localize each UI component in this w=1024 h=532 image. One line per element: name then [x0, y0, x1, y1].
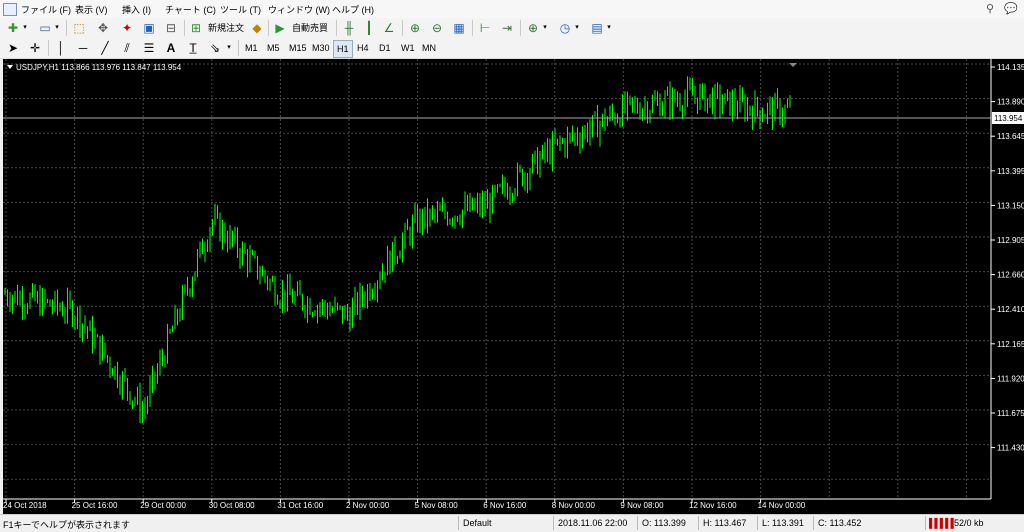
price-label: 113.150 [997, 201, 1024, 210]
time-label: 24 Oct 2018 [3, 501, 47, 510]
text-label-icon[interactable]: T̲ [184, 40, 202, 56]
price-label: 111.430 [997, 444, 1024, 453]
arrows-icon[interactable]: ⇘ [206, 40, 224, 56]
metaeditor-icon[interactable]: ◆ [248, 20, 266, 36]
chart-grid [3, 59, 991, 499]
timeframe-m5[interactable]: M5 [264, 40, 283, 56]
time-label: 6 Nov 16:00 [483, 501, 527, 510]
new-order-icon[interactable]: ⊞ [187, 20, 205, 36]
status-high: H: 113.467 [703, 518, 747, 528]
status-traffic: 52/0 kb [954, 518, 984, 528]
chevron-down-icon[interactable]: ▾ [52, 20, 62, 36]
price-series [4, 76, 791, 424]
app-icon[interactable] [3, 3, 17, 16]
time-label: 8 Nov 00:00 [552, 501, 596, 510]
time-axis: 24 Oct 2018 25 Oct 16:00 29 Oct 00:00 30 Oc… [3, 499, 806, 510]
trendline-icon[interactable]: ╱ [96, 40, 114, 56]
chart-shift-icon[interactable]: ⊢ [476, 20, 494, 36]
status-open: O: 113.399 [642, 518, 686, 528]
zoom-out-icon[interactable]: ⊖ [428, 20, 446, 36]
time-label: 12 Nov 16:00 [689, 501, 737, 510]
auto-trading-button[interactable]: 自動売買 [289, 20, 331, 36]
new-order-button[interactable]: 新規注文 [205, 20, 247, 36]
timeframe-h4[interactable]: H4 [354, 40, 372, 56]
zoom-in-icon[interactable]: ⊕ [406, 20, 424, 36]
timeframe-m1[interactable]: M1 [242, 40, 261, 56]
line-chart-icon[interactable]: ∠ [380, 20, 398, 36]
timeframe-w1[interactable]: W1 [398, 40, 418, 56]
time-label: 29 Oct 00:00 [140, 501, 186, 510]
price-chart[interactable]: USDJPY,H1 113.866 113.976 113.847 113.95… [3, 59, 1024, 514]
auto-trading-icon[interactable]: ▶ [271, 20, 289, 36]
status-datetime: 2018.11.06 22:00 [558, 518, 628, 528]
timeframe-m15[interactable]: M15 [286, 40, 310, 56]
price-label: 112.905 [997, 236, 1024, 245]
chevron-down-icon[interactable]: ▾ [540, 20, 550, 36]
terminal-icon[interactable]: ▣ [140, 20, 158, 36]
status-close: C: 113.452 [818, 518, 862, 528]
chart-shift-marker [789, 63, 797, 67]
status-profile[interactable]: Default [463, 518, 492, 528]
menu-window[interactable]: ウィンドウ (W) [268, 3, 330, 16]
price-label: 114.135 [997, 63, 1024, 72]
menu-help[interactable]: ヘルプ (H) [332, 3, 374, 16]
auto-scroll-icon[interactable]: ⇥ [498, 20, 516, 36]
price-label: 111.920 [997, 374, 1024, 383]
market-watch-icon[interactable]: ⬚ [70, 20, 88, 36]
menu-view[interactable]: 表示 (V) [75, 3, 108, 16]
timeframe-m30[interactable]: M30 [309, 40, 333, 56]
time-label: 5 Nov 08:00 [415, 501, 459, 510]
chevron-down-icon[interactable]: ▾ [20, 20, 30, 36]
candlestick-icon[interactable]: ┃ [360, 20, 378, 36]
price-label: 111.675 [997, 409, 1024, 418]
vertical-line-icon[interactable]: │ [52, 40, 70, 56]
data-window-icon[interactable]: ✥ [94, 20, 112, 36]
price-label: 112.165 [997, 340, 1024, 349]
horizontal-line-icon[interactable]: ─ [74, 40, 92, 56]
menu-tools[interactable]: ツール (T) [220, 3, 261, 16]
chevron-down-icon[interactable]: ▾ [572, 20, 582, 36]
tile-windows-icon[interactable]: ▦ [450, 20, 468, 36]
time-label: 25 Oct 16:00 [72, 501, 118, 510]
timeframe-h1[interactable]: H1 [333, 40, 353, 58]
menu-chart[interactable]: チャート (C) [165, 3, 216, 16]
time-label: 14 Nov 00:00 [758, 501, 806, 510]
menu-bar: ファイル (F) 表示 (V) 挿入 (I) チャート (C) ツール (T) … [0, 0, 1024, 19]
chevron-down-icon[interactable]: ▾ [604, 20, 614, 36]
menu-file[interactable]: ファイル (F) [21, 3, 71, 16]
current-price-label: 113.954 [994, 114, 1023, 123]
time-label: 2 Nov 00:00 [346, 501, 390, 510]
chart-menu-arrow [7, 65, 13, 69]
price-label: 113.645 [997, 132, 1024, 141]
price-label: 112.410 [997, 305, 1024, 314]
timeframe-d1[interactable]: D1 [376, 40, 394, 56]
time-label: 31 Oct 16:00 [277, 501, 323, 510]
chat-icon[interactable]: 💬 [1004, 2, 1018, 15]
equidistant-channel-icon[interactable]: ⫽ [118, 40, 136, 56]
cursor-icon[interactable]: ➤ [4, 40, 22, 56]
bar-chart-icon[interactable]: ╫ [340, 20, 358, 36]
price-label: 113.890 [997, 98, 1024, 107]
chart-canvas: USDJPY,H1 113.866 113.976 113.847 113.95… [3, 59, 1024, 510]
time-label: 30 Oct 08:00 [209, 501, 255, 510]
price-label: 112.660 [997, 271, 1024, 280]
crosshair-icon[interactable]: ✛ [26, 40, 44, 56]
chart-header: USDJPY,H1 113.866 113.976 113.847 113.95… [16, 63, 182, 72]
chevron-down-icon[interactable]: ▾ [224, 40, 234, 56]
timeframe-mn[interactable]: MN [419, 40, 439, 56]
connection-bars-icon: ▌▌▌▌▌ [929, 518, 957, 528]
text-tool-icon[interactable]: A [162, 40, 180, 56]
drawing-toolbar: ➤ ✛ │ ─ ╱ ⫽ ☰ A T̲ ⇘ ▾ M1 M5 M15 M30 H1 … [0, 38, 1024, 59]
price-label: 113.395 [997, 167, 1024, 176]
strategy-tester-icon[interactable]: ⊟ [162, 20, 180, 36]
status-bar: F1キーでヘルプが表示されます Default 2018.11.06 22:00… [0, 514, 1024, 532]
time-label: 9 Nov 08:00 [620, 501, 664, 510]
main-toolbar: ✚ ▾ ▭ ▾ ⬚ ✥ ✦ ▣ ⊟ ⊞ 新規注文 ◆ ▶ 自動売買 ╫ ┃ ∠ … [0, 18, 1024, 39]
status-low: L: 113.391 [762, 518, 804, 528]
search-icon[interactable]: ⚲ [986, 2, 994, 15]
status-help-text: F1キーでヘルプが表示されます [3, 520, 130, 530]
fibonacci-icon[interactable]: ☰ [140, 40, 158, 56]
menu-insert[interactable]: 挿入 (I) [122, 3, 151, 16]
navigator-icon[interactable]: ✦ [118, 20, 136, 36]
